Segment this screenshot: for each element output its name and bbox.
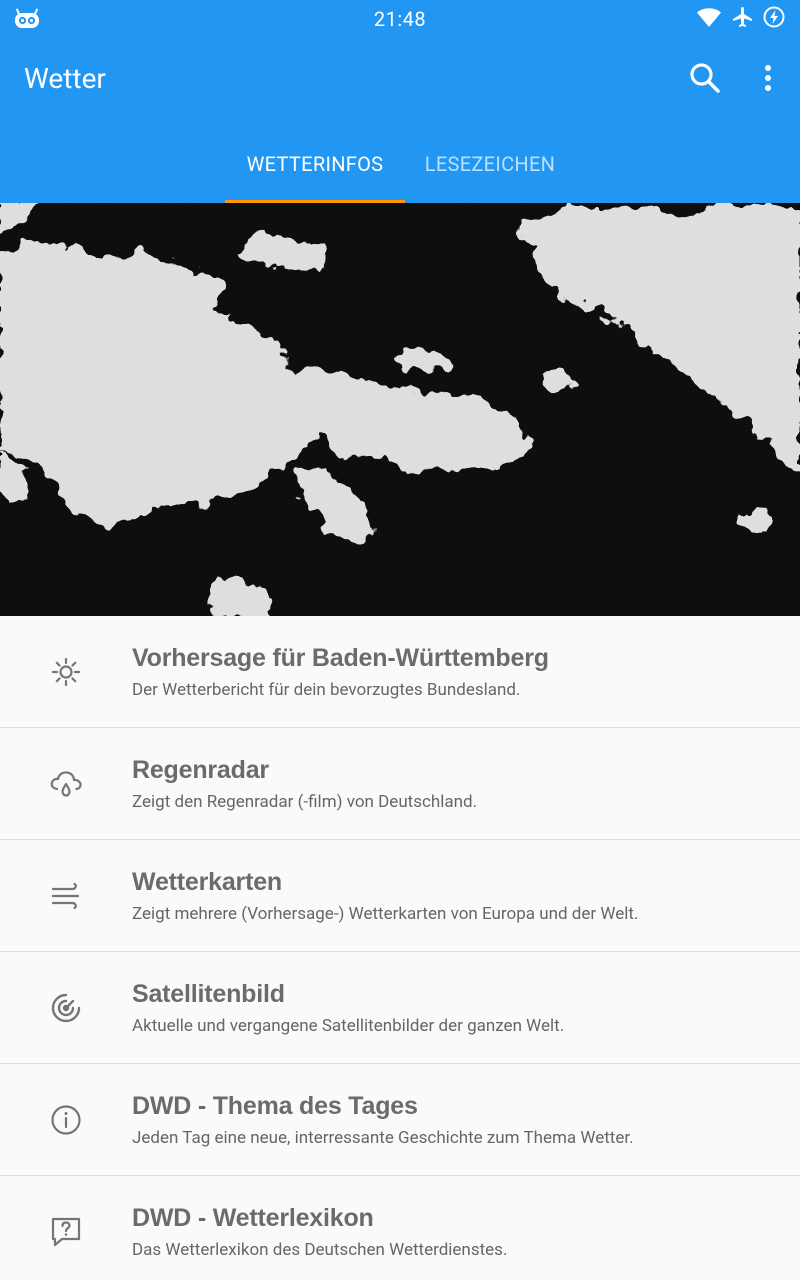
info-icon	[44, 1098, 88, 1142]
item-subtitle: Jeden Tag eine neue, interressante Gesch…	[132, 1128, 634, 1148]
tab-lesezeichen[interactable]: LESEZEICHEN	[405, 124, 575, 203]
radar-icon	[44, 986, 88, 1030]
tab-wetterinfos[interactable]: WETTERINFOS	[225, 124, 405, 203]
battery-charging-icon	[762, 5, 786, 33]
app-title: Wetter	[24, 62, 106, 95]
list-item-thema-des-tages[interactable]: DWD - Thema des Tages Jeden Tag eine neu…	[0, 1064, 800, 1176]
item-title: Regenradar	[132, 756, 269, 784]
list-item-wetterlexikon[interactable]: DWD - Wetterlexikon Das Wetterlexikon de…	[0, 1176, 800, 1280]
sun-icon	[44, 650, 88, 694]
list-item-regenradar[interactable]: Regenradar Zeigt den Regenradar (-film) …	[0, 728, 800, 840]
item-title: Vorhersage für Baden-Württemberg	[132, 644, 549, 672]
airplane-icon	[730, 5, 754, 33]
search-icon	[688, 61, 722, 99]
list-item-satellitenbild[interactable]: Satellitenbild Aktuelle und vergangene S…	[0, 952, 800, 1064]
search-button[interactable]	[683, 58, 727, 102]
help-bubble-icon	[44, 1210, 88, 1254]
rain-cloud-icon	[44, 762, 88, 806]
item-subtitle: Zeigt mehrere (Vorhersage-) Wetterkarten…	[132, 904, 639, 924]
item-subtitle: Das Wetterlexikon des Deutschen Wetterdi…	[132, 1240, 508, 1260]
item-title: DWD - Thema des Tages	[132, 1092, 418, 1120]
tab-bar: WETTERINFOS LESEZEICHEN	[0, 124, 800, 203]
hero-satellite-image	[0, 203, 800, 616]
item-subtitle: Aktuelle und vergangene Satellitenbilder…	[132, 1016, 565, 1036]
wifi-icon	[696, 6, 722, 32]
info-list: Vorhersage für Baden-Württemberg Der Wet…	[0, 616, 800, 1280]
app-bar: Wetter WETTERINFOS LESEZEICHEN	[0, 38, 800, 203]
item-title: DWD - Wetterlexikon	[132, 1204, 374, 1232]
item-subtitle: Zeigt den Regenradar (-film) von Deutsch…	[132, 792, 478, 812]
status-bar: 21:48	[0, 0, 800, 38]
status-icons	[696, 6, 786, 32]
list-item-vorhersage[interactable]: Vorhersage für Baden-Württemberg Der Wet…	[0, 616, 800, 728]
item-title: Satellitenbild	[132, 980, 285, 1008]
wind-icon	[44, 874, 88, 918]
more-vert-icon	[763, 64, 773, 96]
list-item-wetterkarten[interactable]: Wetterkarten Zeigt mehrere (Vorhersage-)…	[0, 840, 800, 952]
more-options-button[interactable]	[746, 58, 790, 102]
item-subtitle: Der Wetterbericht für dein bevorzugtes B…	[132, 680, 521, 700]
status-time: 21:48	[373, 7, 427, 31]
item-title: Wetterkarten	[132, 868, 282, 896]
